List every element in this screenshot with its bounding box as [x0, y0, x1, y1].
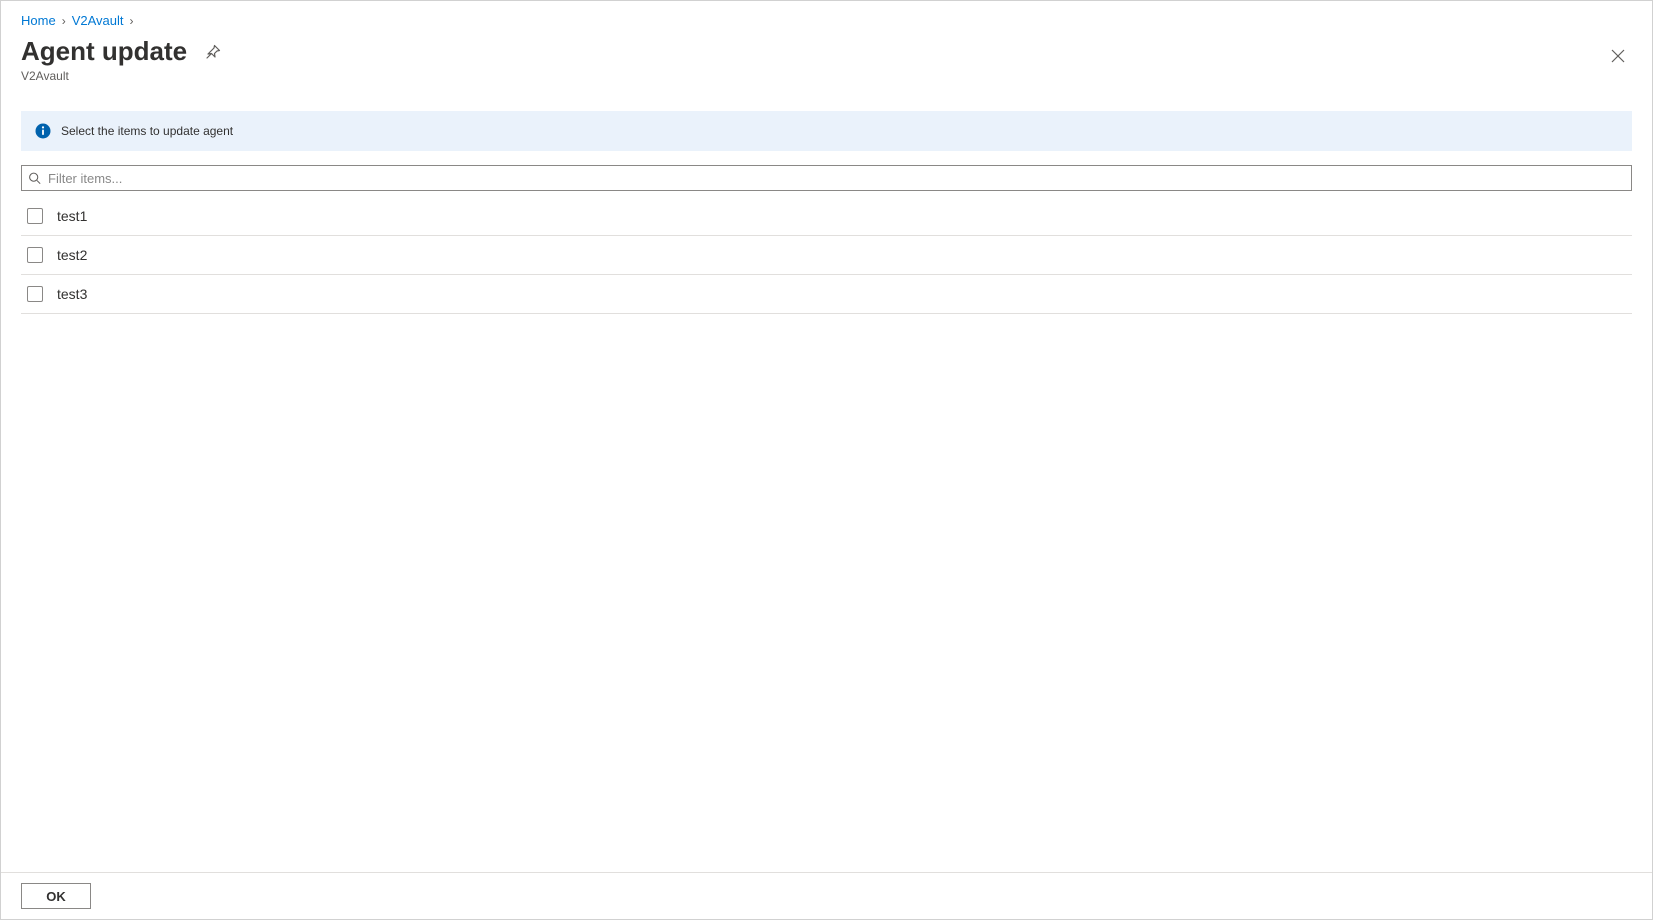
page-root: Home › V2Avault › Agent update V2Avault [0, 0, 1653, 920]
item-checkbox[interactable] [27, 286, 43, 302]
close-button[interactable] [1604, 42, 1632, 70]
list-item[interactable]: test1 [21, 197, 1632, 236]
list-item[interactable]: test2 [21, 236, 1632, 275]
item-checkbox[interactable] [27, 208, 43, 224]
item-label: test1 [57, 208, 87, 224]
page-header: Agent update V2Avault [1, 32, 1652, 91]
list-item[interactable]: test3 [21, 275, 1632, 314]
chevron-right-icon: › [129, 14, 133, 28]
breadcrumb: Home › V2Avault › [1, 1, 1652, 32]
info-icon [35, 123, 51, 139]
close-icon [1611, 49, 1625, 63]
item-checkbox[interactable] [27, 247, 43, 263]
item-label: test2 [57, 247, 87, 263]
search-icon [28, 172, 41, 185]
breadcrumb-link-vault[interactable]: V2Avault [72, 13, 124, 28]
page-subtitle: V2Avault [21, 69, 225, 83]
ok-button[interactable]: OK [21, 883, 91, 909]
pin-button[interactable] [201, 40, 225, 64]
footer: OK [1, 872, 1652, 919]
item-label: test3 [57, 286, 87, 302]
pin-icon [205, 44, 221, 60]
filter-input[interactable] [21, 165, 1632, 191]
breadcrumb-link-home[interactable]: Home [21, 13, 56, 28]
item-list: test1 test2 test3 [21, 197, 1632, 872]
info-banner: Select the items to update agent [21, 111, 1632, 151]
info-banner-text: Select the items to update agent [61, 124, 233, 138]
chevron-right-icon: › [62, 14, 66, 28]
page-title: Agent update [21, 36, 187, 67]
filter-input-wrap [21, 165, 1632, 191]
